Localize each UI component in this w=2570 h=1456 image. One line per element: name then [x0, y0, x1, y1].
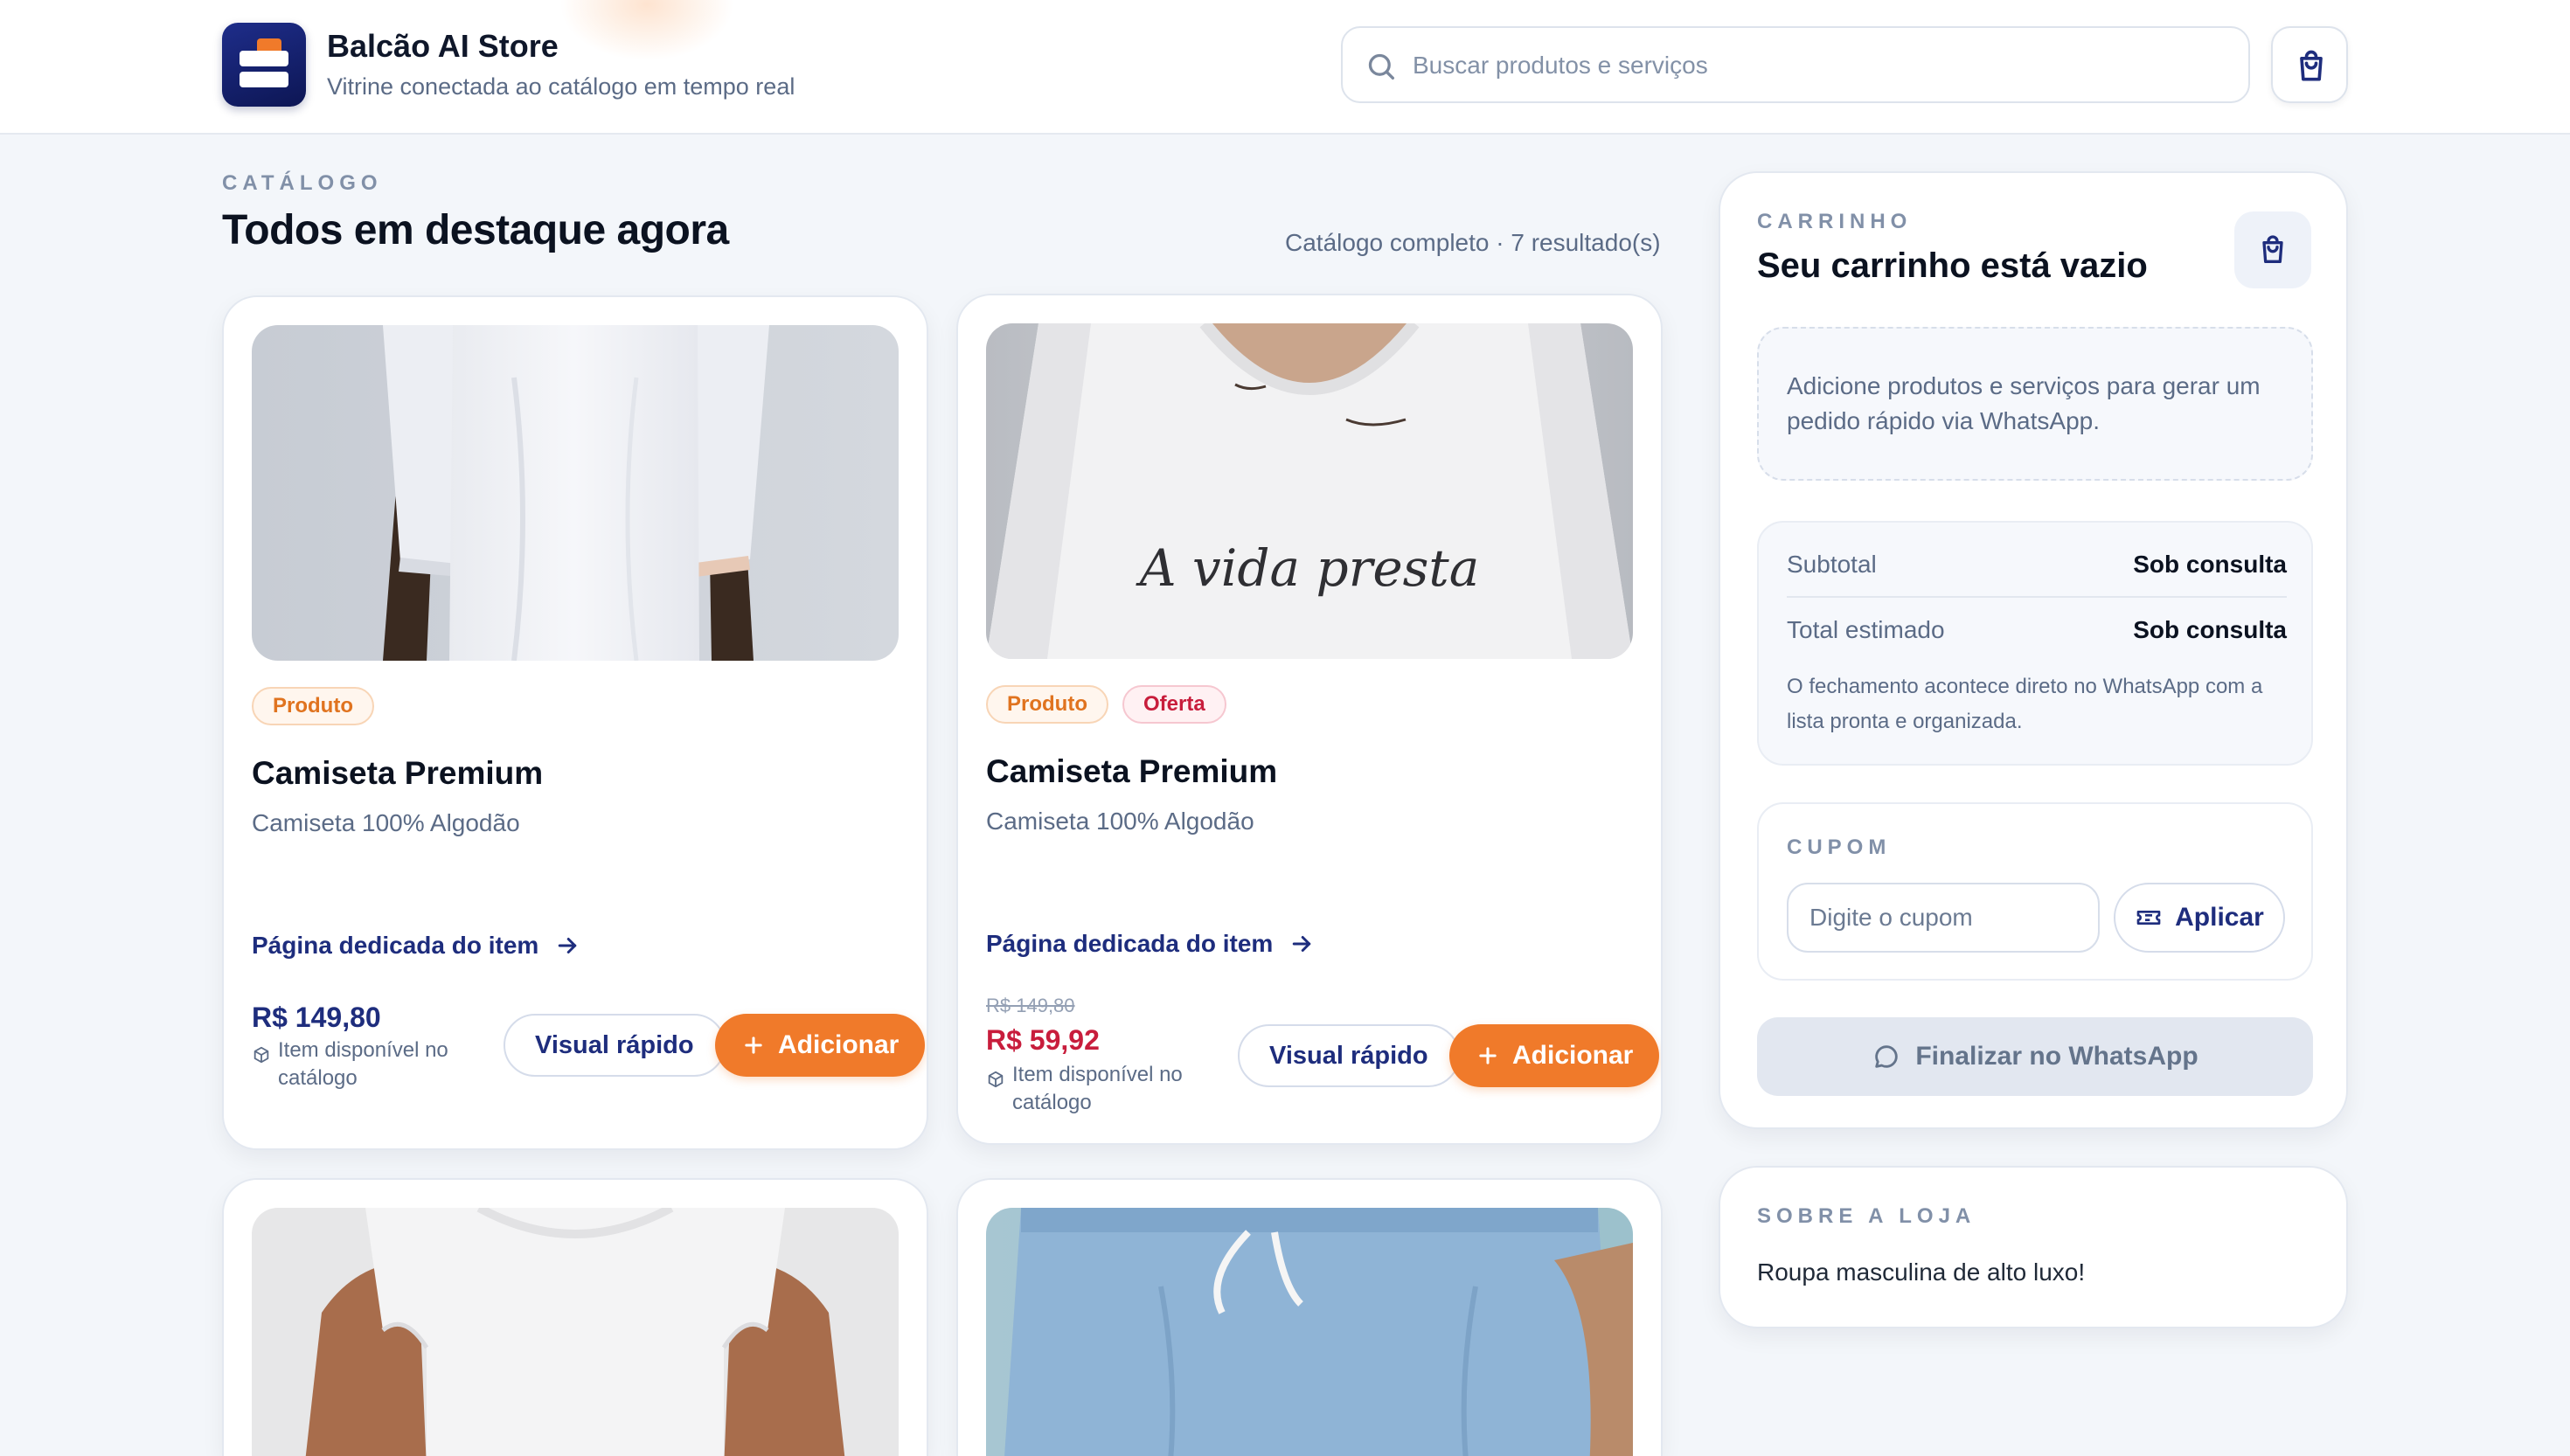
plus-icon [745, 1037, 762, 1054]
product-image[interactable] [252, 325, 899, 661]
sale-price: R$ 59,92 [986, 1024, 1100, 1056]
top-header: Balcão AI Store Vitrine conectada ao cat… [0, 0, 2570, 135]
product-card: Produto Camiseta Premium Camiseta 100% A… [222, 295, 928, 1150]
badge-oferta: Oferta [1122, 685, 1226, 724]
apply-coupon-label: Aplicar [2175, 903, 2264, 932]
total-row: Total estimado Sob consulta [1787, 598, 2287, 662]
product-description: Camiseta 100% Algodão [252, 809, 520, 836]
total-label: Total estimado [1787, 616, 1945, 643]
catalog-eyebrow: CATÁLOGO [222, 171, 383, 195]
product-title[interactable]: Camiseta Premium [986, 753, 1277, 790]
store-name[interactable]: Balcão AI Store [327, 28, 559, 65]
total-value: Sob consulta [2133, 616, 2287, 643]
search-icon [1368, 53, 1394, 80]
product-title[interactable]: Camiseta Premium [252, 755, 543, 792]
product-description: Camiseta 100% Algodão [986, 808, 1254, 835]
availability-note: Item disponível no catálogo [252, 1037, 479, 1092]
about-text: Roupa masculina de alto luxo! [1757, 1258, 2086, 1286]
empty-cart-message: Adicione produtos e serviços para gerar … [1757, 327, 2313, 481]
product-card [222, 1178, 928, 1456]
search-input[interactable] [1413, 44, 2226, 87]
cart-eyebrow: CARRINHO [1757, 210, 1913, 233]
about-eyebrow: SOBRE A LOJA [1757, 1204, 1976, 1228]
add-to-cart-label: Adicionar [1512, 1041, 1634, 1070]
shirt-print-text: A vida presta [1136, 538, 1480, 598]
ticket-icon [2136, 911, 2161, 925]
badge-group: Produto [252, 687, 374, 725]
checkout-note: O fechamento acontece direto no WhatsApp… [1787, 675, 2263, 733]
badge-produto: Produto [252, 687, 374, 725]
subtotal-value: Sob consulta [2133, 551, 2287, 578]
product-image[interactable] [986, 1208, 1633, 1456]
totals-summary: Subtotal Sob consulta Total estimado Sob… [1757, 521, 2313, 766]
subtotal-label: Subtotal [1787, 551, 1877, 578]
add-to-cart-button[interactable]: Adicionar [1449, 1024, 1660, 1087]
store-logo[interactable] [222, 23, 306, 107]
search-bar[interactable] [1341, 26, 2250, 103]
original-price: R$ 149,80 [986, 995, 1075, 1016]
results-count: Catálogo completo · 7 resultado(s) [1285, 229, 1661, 256]
header-cart-button[interactable] [2271, 26, 2348, 103]
header-glow-decoration [559, 0, 734, 61]
availability-text: Item disponível no catálogo [1012, 1063, 1183, 1114]
badge-group: Produto Oferta [986, 685, 1226, 724]
quick-view-button[interactable]: Visual rápido [504, 1014, 726, 1077]
product-page-link-label: Página dedicada do item [986, 930, 1274, 957]
coupon-section: CUPOM Aplicar [1757, 802, 2313, 981]
chat-bubble-icon [1875, 1045, 1898, 1068]
arrow-right-icon [559, 938, 577, 953]
product-card: A vida presta Produto Oferta Camiseta Pr… [956, 294, 1663, 1145]
badge-produto: Produto [986, 685, 1108, 724]
shopping-bag-icon [2262, 235, 2283, 263]
about-store-panel: SOBRE A LOJA Roupa masculina de alto lux… [1719, 1166, 2348, 1328]
product-card [956, 1178, 1663, 1456]
product-page-link[interactable]: Página dedicada do item [986, 930, 1315, 958]
product-image[interactable] [252, 1208, 899, 1456]
cart-icon-badge [2234, 211, 2311, 288]
apply-coupon-button[interactable]: Aplicar [2114, 883, 2285, 953]
add-to-cart-button[interactable]: Adicionar [715, 1014, 926, 1077]
add-to-cart-label: Adicionar [778, 1030, 900, 1059]
subtotal-row: Subtotal Sob consulta [1787, 533, 2287, 598]
store-tagline: Vitrine conectada ao catálogo em tempo r… [327, 73, 795, 100]
product-image[interactable]: A vida presta [986, 323, 1633, 659]
shopping-bag-icon [2300, 50, 2323, 81]
product-page-link[interactable]: Página dedicada do item [252, 932, 580, 960]
cart-panel: CARRINHO Seu carrinho está vazio Adicion… [1719, 171, 2348, 1129]
package-icon [254, 1046, 269, 1064]
page-title: Todos em destaque agora [222, 207, 729, 253]
availability-note: Item disponível no catálogo [986, 1061, 1213, 1117]
quick-view-button[interactable]: Visual rápido [1238, 1024, 1460, 1087]
coupon-input[interactable] [1787, 883, 2100, 953]
checkout-whatsapp-label: Finalizar no WhatsApp [1915, 1042, 2198, 1071]
checkout-whatsapp-button[interactable]: Finalizar no WhatsApp [1757, 1017, 2313, 1096]
cart-title: Seu carrinho está vazio [1757, 246, 2148, 285]
product-page-link-label: Página dedicada do item [252, 932, 539, 959]
coupon-eyebrow: CUPOM [1787, 835, 1892, 859]
package-icon [988, 1071, 1004, 1088]
availability-text: Item disponível no catálogo [278, 1038, 448, 1090]
arrow-right-icon [1293, 936, 1311, 952]
plus-icon [1479, 1047, 1497, 1064]
product-price: R$ 149,80 [252, 1002, 381, 1033]
